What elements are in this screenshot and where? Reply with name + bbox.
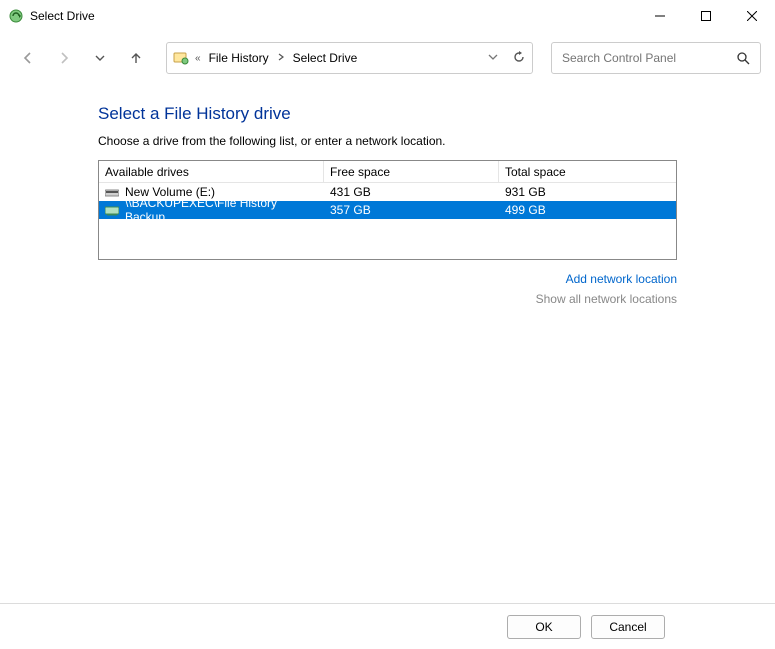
- drive-table: Available drives Free space Total space …: [98, 160, 677, 260]
- back-button[interactable]: [14, 44, 42, 72]
- drive-total: 499 GB: [505, 203, 546, 217]
- main-content: Select a File History drive Choose a dri…: [0, 76, 775, 306]
- show-all-network-locations-link[interactable]: Show all network locations: [98, 292, 677, 306]
- ok-button[interactable]: OK: [507, 615, 581, 639]
- maximize-button[interactable]: [683, 0, 729, 32]
- refresh-icon[interactable]: [512, 50, 526, 67]
- search-box[interactable]: [551, 42, 761, 74]
- add-network-location-link[interactable]: Add network location: [98, 272, 677, 286]
- app-icon: [8, 8, 24, 24]
- column-header-name[interactable]: Available drives: [99, 161, 324, 182]
- close-button[interactable]: [729, 0, 775, 32]
- links-area: Add network location Show all network lo…: [98, 272, 677, 306]
- drive-free: 431 GB: [330, 185, 371, 199]
- breadcrumb-prefix: «: [195, 53, 201, 64]
- network-drive-icon: [105, 205, 119, 215]
- search-icon[interactable]: [736, 51, 750, 65]
- column-header-total[interactable]: Total space: [499, 161, 676, 182]
- address-dropdown-icon[interactable]: [488, 51, 498, 65]
- minimize-button[interactable]: [637, 0, 683, 32]
- breadcrumb-item-select-drive[interactable]: Select Drive: [291, 49, 360, 67]
- window-title: Select Drive: [30, 9, 95, 23]
- recent-locations-dropdown[interactable]: [86, 44, 114, 72]
- hard-drive-icon: [105, 187, 119, 197]
- cancel-button[interactable]: Cancel: [591, 615, 665, 639]
- page-subtext: Choose a drive from the following list, …: [98, 134, 677, 148]
- navigation-bar: « File History Select Drive: [0, 40, 775, 76]
- table-header: Available drives Free space Total space: [99, 161, 676, 183]
- table-row[interactable]: \\BACKUPEXEC\File History Backup 357 GB …: [99, 201, 676, 219]
- search-input[interactable]: [562, 51, 736, 65]
- drive-free: 357 GB: [330, 203, 371, 217]
- footer: OK Cancel: [0, 603, 775, 649]
- forward-button[interactable]: [50, 44, 78, 72]
- drive-name: \\BACKUPEXEC\File History Backup: [125, 196, 318, 224]
- column-header-free[interactable]: Free space: [324, 161, 499, 182]
- window-controls: [637, 0, 775, 32]
- breadcrumb-item-file-history[interactable]: File History: [207, 49, 271, 67]
- up-button[interactable]: [122, 44, 150, 72]
- control-panel-icon: [173, 50, 189, 66]
- address-bar[interactable]: « File History Select Drive: [166, 42, 533, 74]
- drive-total: 931 GB: [505, 185, 546, 199]
- page-heading: Select a File History drive: [98, 104, 677, 124]
- chevron-right-icon: [277, 53, 285, 64]
